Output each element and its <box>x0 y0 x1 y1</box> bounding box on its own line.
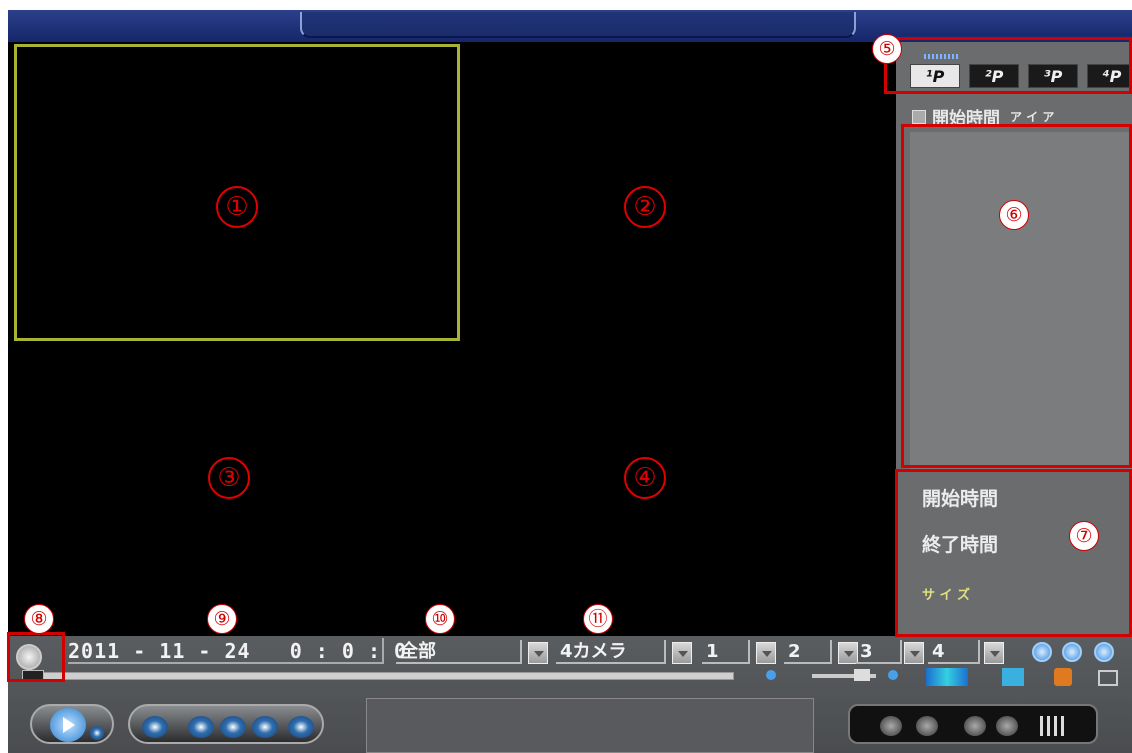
zoom-out-icon[interactable] <box>1094 642 1114 662</box>
channel-select-2[interactable]: 2 <box>784 640 832 664</box>
speaker-icon[interactable] <box>888 670 898 680</box>
video-grid: ① ② ③ ④ <box>8 42 896 636</box>
callout-7: ⑦ <box>1069 521 1099 551</box>
callout-10: ⑩ <box>425 604 455 634</box>
callout-box-file-list <box>901 124 1132 468</box>
channel-select-4[interactable]: 4 <box>928 640 980 664</box>
fast-icon[interactable] <box>220 716 246 738</box>
camera-count-select[interactable]: 4カメラ <box>556 640 666 664</box>
previous-file-icon[interactable] <box>880 716 902 736</box>
callout-11: ⑪ <box>583 604 613 634</box>
callout-5: ⑤ <box>872 34 902 64</box>
frame-step-icon[interactable] <box>252 716 278 738</box>
rewind-icon[interactable] <box>964 716 986 736</box>
callout-6: ⑥ <box>999 200 1029 230</box>
forward-icon[interactable] <box>996 716 1018 736</box>
list-header-icon[interactable] <box>912 109 926 124</box>
channel-1-dropdown-button[interactable] <box>756 642 776 664</box>
callout-box-layout <box>884 37 1132 94</box>
pane-number-4: ④ <box>624 457 666 499</box>
zoom-in-icon[interactable] <box>1062 642 1082 662</box>
slow-icon[interactable] <box>188 716 214 738</box>
channel-select-1[interactable]: 1 <box>702 640 750 664</box>
video-pane-4[interactable]: ④ <box>452 339 896 636</box>
playback-progress-bar[interactable] <box>34 672 734 680</box>
volume-icon[interactable] <box>766 670 776 680</box>
channel-select-3[interactable]: 3 <box>856 640 902 664</box>
callout-8: ⑧ <box>24 604 54 634</box>
play-mode-icon[interactable] <box>90 726 104 740</box>
pane-number-2: ② <box>624 186 666 228</box>
next-file-icon[interactable] <box>916 716 938 736</box>
volume-thumb[interactable] <box>854 669 870 681</box>
record-type-select[interactable]: 全部 <box>396 640 522 664</box>
video-pane-3[interactable]: ③ <box>8 339 452 636</box>
backup-icon[interactable] <box>926 668 968 686</box>
callout-box-clock <box>7 632 65 682</box>
volume-level-icon[interactable] <box>1040 716 1066 736</box>
pane-number-3: ③ <box>208 457 250 499</box>
video-pane-2[interactable]: ② <box>452 42 896 339</box>
status-bar <box>366 698 814 753</box>
pane-number-1: ① <box>216 186 258 228</box>
video-pane-1[interactable]: ① <box>8 42 460 341</box>
channel-2-dropdown-button[interactable] <box>838 642 858 664</box>
callout-9: ⑨ <box>207 604 237 634</box>
search-icon[interactable] <box>1032 642 1052 662</box>
pause-icon[interactable] <box>288 716 314 738</box>
camera-count-dropdown-button[interactable] <box>672 642 692 664</box>
settings-icon[interactable] <box>1054 668 1072 686</box>
play-icon[interactable] <box>50 708 86 742</box>
stop-icon[interactable] <box>142 716 168 738</box>
fullscreen-icon[interactable] <box>1098 670 1118 686</box>
snapshot-icon[interactable] <box>1002 668 1024 686</box>
channel-4-dropdown-button[interactable] <box>984 642 1004 664</box>
title-slot <box>300 12 856 38</box>
column-extra[interactable]: ア イ ア <box>1010 108 1054 125</box>
record-type-dropdown-button[interactable] <box>528 642 548 664</box>
datetime-field[interactable]: 2011 - 11 - 24 0 : 0 : 0 <box>68 638 406 664</box>
bottom-control-bar: 2011 - 11 - 24 0 : 0 : 0 全部 4カメラ 1 2 3 4 <box>8 636 1132 753</box>
channel-3-dropdown-button[interactable] <box>904 642 924 664</box>
callout-box-file-info <box>895 469 1132 637</box>
